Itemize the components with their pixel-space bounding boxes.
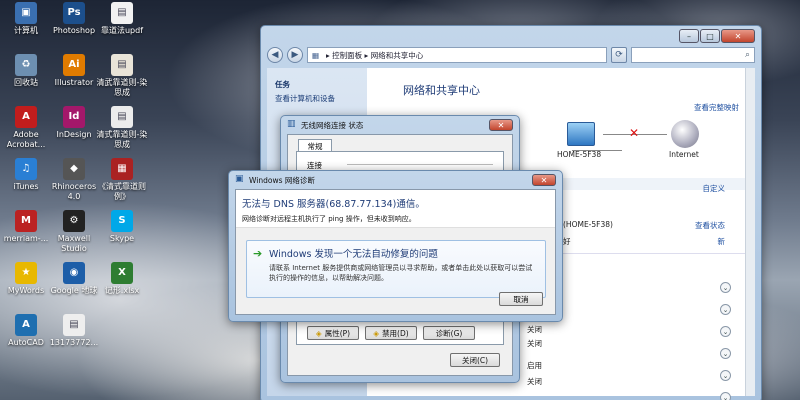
dns-error-heading: 无法与 DNS 服务器(68.87.77.134)通信。 xyxy=(242,199,425,210)
maximize-button[interactable]: □ xyxy=(700,29,720,43)
search-icon: ⌕ xyxy=(744,50,750,60)
address-row: ◀ ▶ ▦ ▸ 控制面板 ▸ 网络和共享中心 ⟳ ⌕ xyxy=(267,46,755,64)
address-bar[interactable]: ▦ ▸ 控制面板 ▸ 网络和共享中心 xyxy=(307,47,607,63)
ping-message: 网络诊断对远程主机执行了 ping 操作，但未收到响应。 xyxy=(242,215,416,223)
app-icon: A xyxy=(15,106,37,128)
expand-icon[interactable]: ⌄ xyxy=(720,370,731,381)
network-detail: (HOME-5F38) xyxy=(563,220,613,229)
control-panel-icon: ▦ xyxy=(312,50,320,60)
app-icon: ▣ xyxy=(15,2,37,24)
breadcrumb-control-panel[interactable]: 控制面板 xyxy=(332,50,362,61)
sharing-state-2: 关闭 xyxy=(527,339,542,348)
app-icon: ▤ xyxy=(111,2,133,24)
desktop-icon-label: 13173772... xyxy=(49,338,99,347)
scrollbar[interactable] xyxy=(745,68,755,396)
desktop-icon-label: Skype xyxy=(109,234,135,243)
fix-title: Windows 发现一个无法自动修复的问题 xyxy=(269,249,438,260)
internet-label: Internet xyxy=(669,150,699,159)
app-icon: X xyxy=(111,262,133,284)
green-arrow-icon: ➔ xyxy=(253,247,263,260)
fix-option[interactable]: ➔ Windows 发现一个无法自动修复的问题 请联系 Internet 服务提… xyxy=(246,240,546,298)
desktop-icon[interactable]: ▤ 清式靠道则-染思成 xyxy=(94,106,150,150)
expand-icon[interactable]: ⌄ xyxy=(720,348,731,359)
app-icon: ▤ xyxy=(63,314,85,336)
desktop-icon[interactable]: ▤ 13173772... xyxy=(46,314,102,348)
desktop-icon-label: 靠道法updf xyxy=(100,26,144,35)
app-icon: ▦ xyxy=(111,158,133,180)
shield-icon: ◈ xyxy=(315,328,322,338)
error-x-icon: ✕ xyxy=(629,126,640,140)
desktop-icon[interactable]: ▦ 《清式靠道则例》 xyxy=(94,158,150,202)
sharing-state-3: 启用 xyxy=(527,361,542,370)
cancel-button[interactable]: 取消 xyxy=(499,292,543,306)
close-button[interactable]: ✕ xyxy=(532,174,556,186)
refresh-icon[interactable]: ⟳ xyxy=(611,47,627,63)
view-status-link[interactable]: 查看状态 xyxy=(695,220,725,231)
app-icon: Ai xyxy=(63,54,85,76)
app-icon: ★ xyxy=(15,262,37,284)
expand-icon[interactable]: ⌄ xyxy=(720,392,731,400)
shield-icon: ◈ xyxy=(373,328,380,338)
network-icon: ▥ xyxy=(287,119,296,129)
back-arrow-icon[interactable]: ◀ xyxy=(267,47,283,63)
status-fragment: 好 xyxy=(563,237,571,246)
router-icon xyxy=(567,122,595,146)
sharing-state-4: 关闭 xyxy=(527,377,542,386)
network-diagnostics-dialog: ▣ Windows 网络诊断 ✕ 无法与 DNS 服务器(68.87.77.13… xyxy=(228,170,563,322)
dialog-title: 无线网络连接 状态 xyxy=(301,121,364,130)
app-icon: ▤ xyxy=(111,106,133,128)
desktop-icon[interactable]: X 记形.xlsx xyxy=(94,262,150,296)
task-heading: 任务 xyxy=(275,80,290,89)
app-icon: M xyxy=(15,210,37,232)
window-controls: – □ ✕ xyxy=(679,29,755,43)
desktop-icon-label: 清武靠道则-染思成 xyxy=(96,78,148,97)
desktop-icon-label: 记形.xlsx xyxy=(104,286,140,295)
view-full-map-link[interactable]: 查看完整映射 xyxy=(694,102,739,113)
expand-icon[interactable]: ⌄ xyxy=(720,282,731,293)
properties-button[interactable]: ◈ 属性(P) xyxy=(307,326,359,340)
app-icon: A xyxy=(15,314,37,336)
network-name-label: HOME-5F38 xyxy=(557,150,602,159)
desktop-icon-label: 《清式靠道则例》 xyxy=(98,182,146,201)
dialog-body: 无法与 DNS 服务器(68.87.77.134)通信。 网络诊断对远程主机执行… xyxy=(235,189,556,315)
disable-button[interactable]: ◈ 禁用(D) xyxy=(365,326,417,340)
close-dialog-button[interactable]: 关闭(C) xyxy=(450,353,500,367)
breadcrumb-network-center[interactable]: 网络和共享中心 xyxy=(371,50,424,61)
close-button[interactable]: ✕ xyxy=(721,29,755,43)
desktop-icon[interactable]: ▤ 清武靠道则-染思成 xyxy=(94,54,150,98)
close-button[interactable]: ✕ xyxy=(489,119,513,131)
expand-icon[interactable]: ⌄ xyxy=(720,304,731,315)
customize-link[interactable]: 自定义 xyxy=(703,183,726,194)
globe-icon xyxy=(671,120,699,148)
view-computers-link[interactable]: 查看计算机和设备 xyxy=(275,92,359,106)
diagnose-button[interactable]: 诊断(G) xyxy=(423,326,475,340)
diagnostics-icon: ▣ xyxy=(235,174,244,184)
app-icon: Ps xyxy=(63,2,85,24)
dialog-title: Windows 网络诊断 xyxy=(249,176,315,185)
app-icon: Id xyxy=(63,106,85,128)
page-title: 网络和共享中心 xyxy=(403,84,480,97)
refresh-link[interactable]: 新 xyxy=(718,236,726,247)
app-icon: S xyxy=(111,210,133,232)
forward-arrow-icon[interactable]: ▶ xyxy=(287,47,303,63)
diagnostics-header: 无法与 DNS 服务器(68.87.77.134)通信。 网络诊断对远程主机执行… xyxy=(236,190,555,228)
search-input[interactable]: ⌕ xyxy=(631,47,755,63)
desktop-icon-label: 清式靠道则-染思成 xyxy=(96,130,148,149)
sharing-state-1: 关闭 xyxy=(527,325,542,334)
app-icon: ⚙ xyxy=(63,210,85,232)
desktop-icon[interactable]: S Skype xyxy=(94,210,150,244)
app-icon: ▤ xyxy=(111,54,133,76)
minimize-button[interactable]: – xyxy=(679,29,699,43)
expand-icon[interactable]: ⌄ xyxy=(720,326,731,337)
app-icon: ♫ xyxy=(15,158,37,180)
desktop-icon[interactable]: ▤ 靠道法updf xyxy=(94,2,150,36)
app-icon: ◉ xyxy=(63,262,85,284)
fix-description: 请联系 Internet 服务提供商或网络管理员以寻求帮助，或者单击此处以获取可… xyxy=(269,264,533,282)
app-icon: ◆ xyxy=(63,158,85,180)
app-icon: ♻ xyxy=(15,54,37,76)
